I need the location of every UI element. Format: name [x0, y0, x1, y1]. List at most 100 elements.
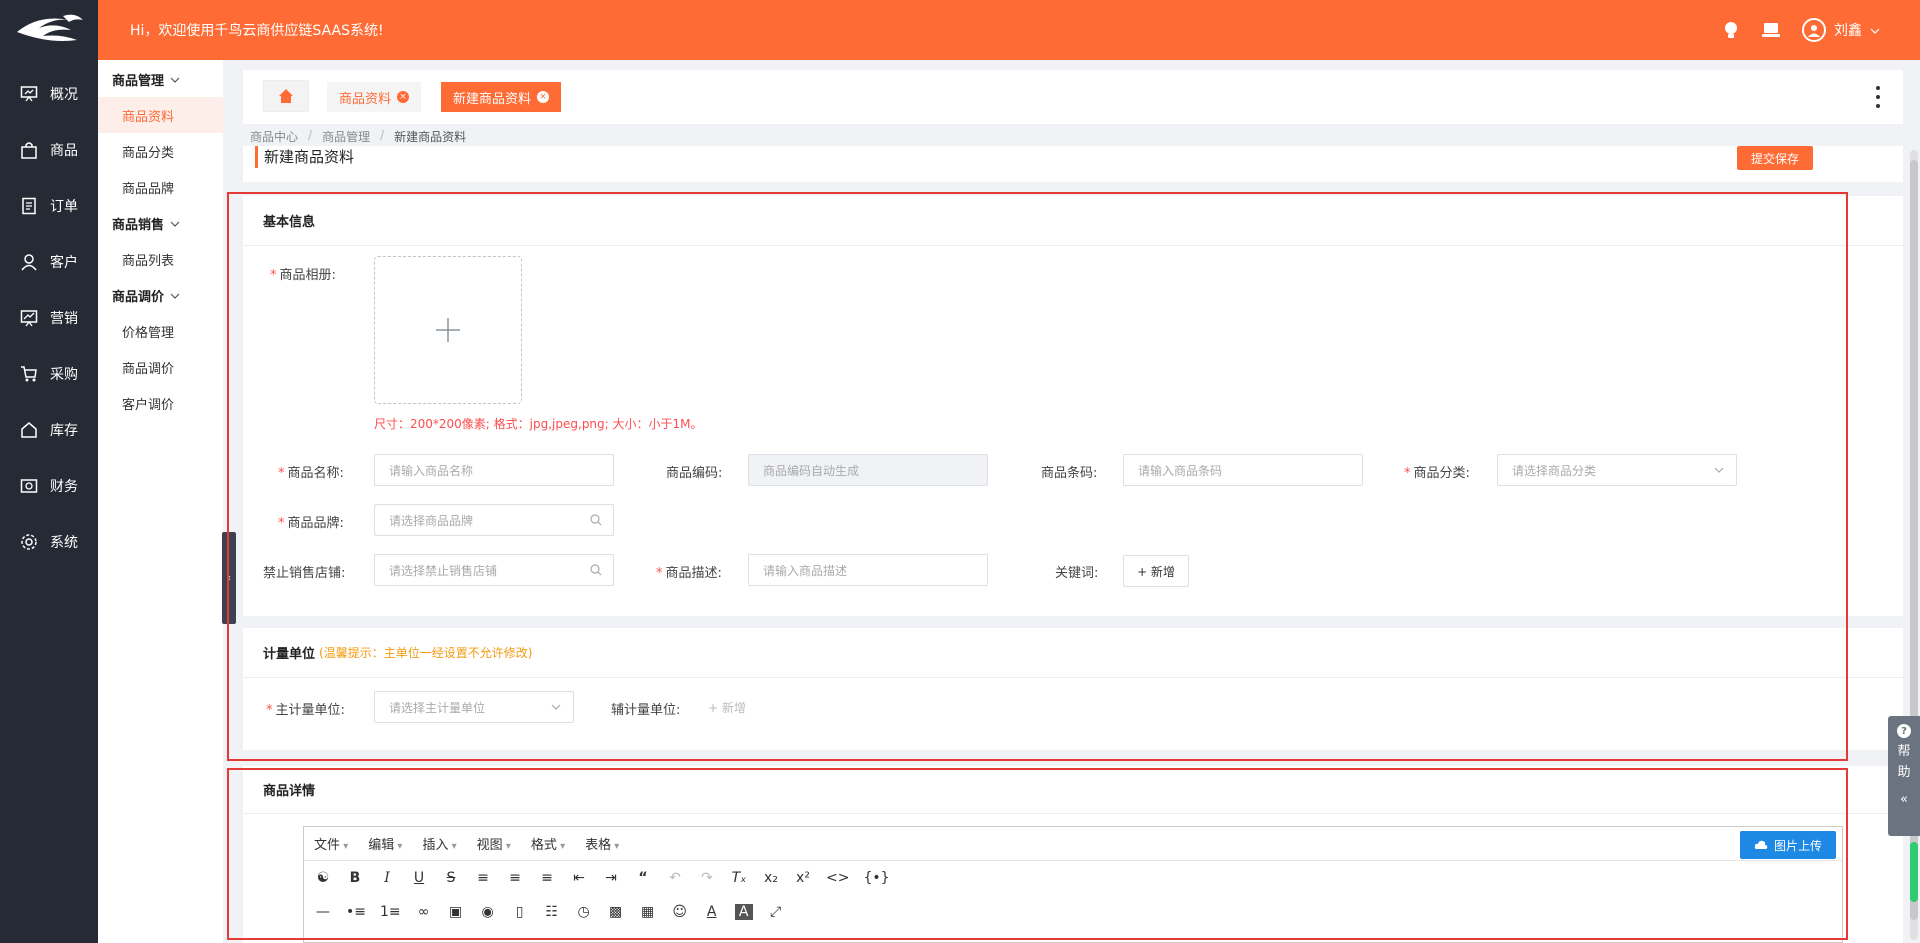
submenu-item-goods-brand[interactable]: 商品品牌	[98, 169, 223, 205]
rich-text-editor[interactable]: 文件 编辑 插入 视图 格式 表格 图片上传 ☯ B I U S ≡ ≡ ≡ ⇤…	[303, 826, 1843, 943]
chevron-down-icon	[1870, 22, 1880, 38]
tab-new-goods[interactable]: 新建商品资料 ×	[441, 82, 562, 112]
link-icon[interactable]: ∞	[415, 904, 433, 920]
breadcrumb-item[interactable]: 商品中心	[250, 128, 298, 145]
group-title: 商品销售	[112, 217, 165, 233]
nav-label: 订单	[50, 199, 78, 215]
bookmark-icon[interactable]: ▯	[511, 904, 529, 920]
submenu-item-goods-info[interactable]: 商品资料	[98, 97, 223, 133]
barcode-input[interactable]: 请输入商品条码	[1123, 454, 1363, 486]
emoji-icon[interactable]: ☺	[671, 904, 689, 920]
menu-file[interactable]: 文件	[314, 834, 348, 853]
align-right-icon[interactable]: ≡	[538, 870, 556, 886]
page-break-icon[interactable]: ☷	[543, 904, 561, 920]
album-upload-button[interactable]	[374, 256, 522, 404]
logo[interactable]	[0, 0, 98, 60]
indent-icon[interactable]: ⇥	[602, 870, 620, 886]
lightbulb-icon[interactable]	[1722, 21, 1740, 39]
submenu-item-goods-category[interactable]: 商品分类	[98, 133, 223, 169]
upload-label: 图片上传	[1773, 838, 1822, 853]
strikethrough-icon[interactable]: S	[442, 870, 460, 886]
submenu-group-goods-manage[interactable]: 商品管理	[98, 61, 223, 97]
outdent-icon[interactable]: ⇤	[570, 870, 588, 886]
bold-icon[interactable]: B	[346, 870, 364, 886]
description-input[interactable]: 请输入商品描述	[748, 554, 988, 586]
align-left-icon[interactable]: ≡	[474, 870, 492, 886]
close-icon[interactable]: ×	[537, 91, 550, 103]
section-title: 基本信息	[243, 196, 1903, 246]
image-icon[interactable]: ▣	[447, 904, 465, 920]
clear-format-icon[interactable]: Tₓ	[730, 870, 748, 886]
tab-goods-info[interactable]: 商品资料 ×	[327, 82, 422, 112]
add-keyword-button[interactable]: + 新增	[1123, 555, 1189, 587]
font-color-icon[interactable]: A	[703, 904, 721, 920]
nav-item-order[interactable]: 订单	[0, 178, 98, 234]
tab-home[interactable]	[263, 80, 309, 112]
media-icon[interactable]: ▩	[607, 904, 625, 920]
binoculars-icon[interactable]: ☯	[314, 870, 332, 886]
brand-select[interactable]: 请选择商品品牌	[374, 504, 614, 536]
quote-icon[interactable]: “	[634, 870, 652, 886]
table-icon[interactable]: ▦	[639, 904, 657, 920]
user-icon	[21, 254, 37, 271]
menu-format[interactable]: 格式	[531, 834, 565, 853]
nav-item-finance[interactable]: 财务	[0, 458, 98, 514]
submit-save-button[interactable]: 提交保存	[1736, 146, 1813, 170]
unit-hint: (温馨提示：主单位一经设置不允许修改)	[319, 646, 533, 660]
forbidden-shop-select[interactable]: 请选择禁止销售店铺	[374, 554, 614, 586]
superscript-icon[interactable]: x²	[794, 870, 812, 886]
nav-item-stock[interactable]: 库存	[0, 402, 98, 458]
menu-view[interactable]: 视图	[477, 834, 511, 853]
home-icon	[21, 422, 37, 438]
more-vertical-icon[interactable]	[1875, 86, 1881, 108]
keyword-label: 关键词:	[1055, 566, 1099, 581]
welcome-text: Hi，欢迎使用千鸟云商供应链SAAS系统!	[130, 23, 384, 39]
menu-table[interactable]: 表格	[585, 834, 619, 853]
submenu-item-customer-price-adjust[interactable]: 客户调价	[98, 385, 223, 421]
category-placeholder: 请选择商品分类	[1512, 463, 1597, 478]
brand-label: * 商品品牌:	[278, 516, 344, 531]
submenu-item-price-manage[interactable]: 价格管理	[98, 313, 223, 349]
nav-label: 财务	[50, 479, 78, 495]
italic-icon[interactable]: I	[378, 870, 396, 886]
submenu-item-goods-price-adjust[interactable]: 商品调价	[98, 349, 223, 385]
submenu-group-price-adjust[interactable]: 商品调价	[98, 277, 223, 313]
sidebar-collapse-handle[interactable]: ‹	[222, 532, 236, 624]
menu-edit[interactable]: 编辑	[368, 834, 402, 853]
menu-insert[interactable]: 插入	[422, 834, 456, 853]
horizontal-line-icon[interactable]: —	[314, 904, 332, 920]
avatar	[1802, 18, 1826, 42]
image-upload-button[interactable]: 图片上传	[1739, 831, 1836, 859]
align-center-icon[interactable]: ≡	[506, 870, 524, 886]
background-color-icon[interactable]: A	[734, 904, 753, 920]
code-block-icon[interactable]: {•}	[863, 870, 889, 886]
nav-item-purchase[interactable]: 采购	[0, 346, 98, 402]
bullet-list-icon[interactable]: •≡	[346, 904, 366, 920]
undo-icon[interactable]: ↶	[666, 870, 684, 886]
nav-item-marketing[interactable]: 营销	[0, 290, 98, 346]
numbered-list-icon[interactable]: 1≡	[380, 904, 401, 920]
nav-item-system[interactable]: 系统	[0, 514, 98, 570]
subscript-icon[interactable]: x₂	[762, 870, 780, 886]
preview-icon[interactable]: ◉	[479, 904, 497, 920]
help-panel[interactable]: ? 帮 助 «	[1888, 716, 1920, 836]
nav-item-overview[interactable]: 概况	[0, 66, 98, 122]
submenu-item-goods-list[interactable]: 商品列表	[98, 241, 223, 277]
screen-icon[interactable]	[1762, 21, 1780, 39]
underline-icon[interactable]: U	[410, 870, 428, 886]
fullscreen-icon[interactable]: ⤢	[767, 904, 785, 920]
user-menu[interactable]: 刘鑫	[1802, 18, 1880, 42]
close-icon[interactable]: ×	[397, 91, 410, 103]
redo-icon[interactable]: ↷	[698, 870, 716, 886]
submenu-group-goods-sales[interactable]: 商品销售	[98, 205, 223, 241]
goods-name-input[interactable]: 请输入商品名称	[374, 454, 614, 486]
category-select[interactable]: 请选择商品分类	[1497, 454, 1737, 486]
add-aux-unit-button[interactable]: + 新增	[708, 699, 746, 716]
nav-item-customer[interactable]: 客户	[0, 234, 98, 290]
code-icon[interactable]: <>	[826, 870, 849, 886]
clock-icon[interactable]: ◷	[575, 904, 593, 920]
nav-item-goods[interactable]: 商品	[0, 122, 98, 178]
editor-menubar: 文件 编辑 插入 视图 格式 表格	[304, 827, 1842, 861]
main-unit-select[interactable]: 请选择主计量单位	[374, 691, 574, 723]
breadcrumb-item[interactable]: 商品管理	[322, 128, 370, 145]
